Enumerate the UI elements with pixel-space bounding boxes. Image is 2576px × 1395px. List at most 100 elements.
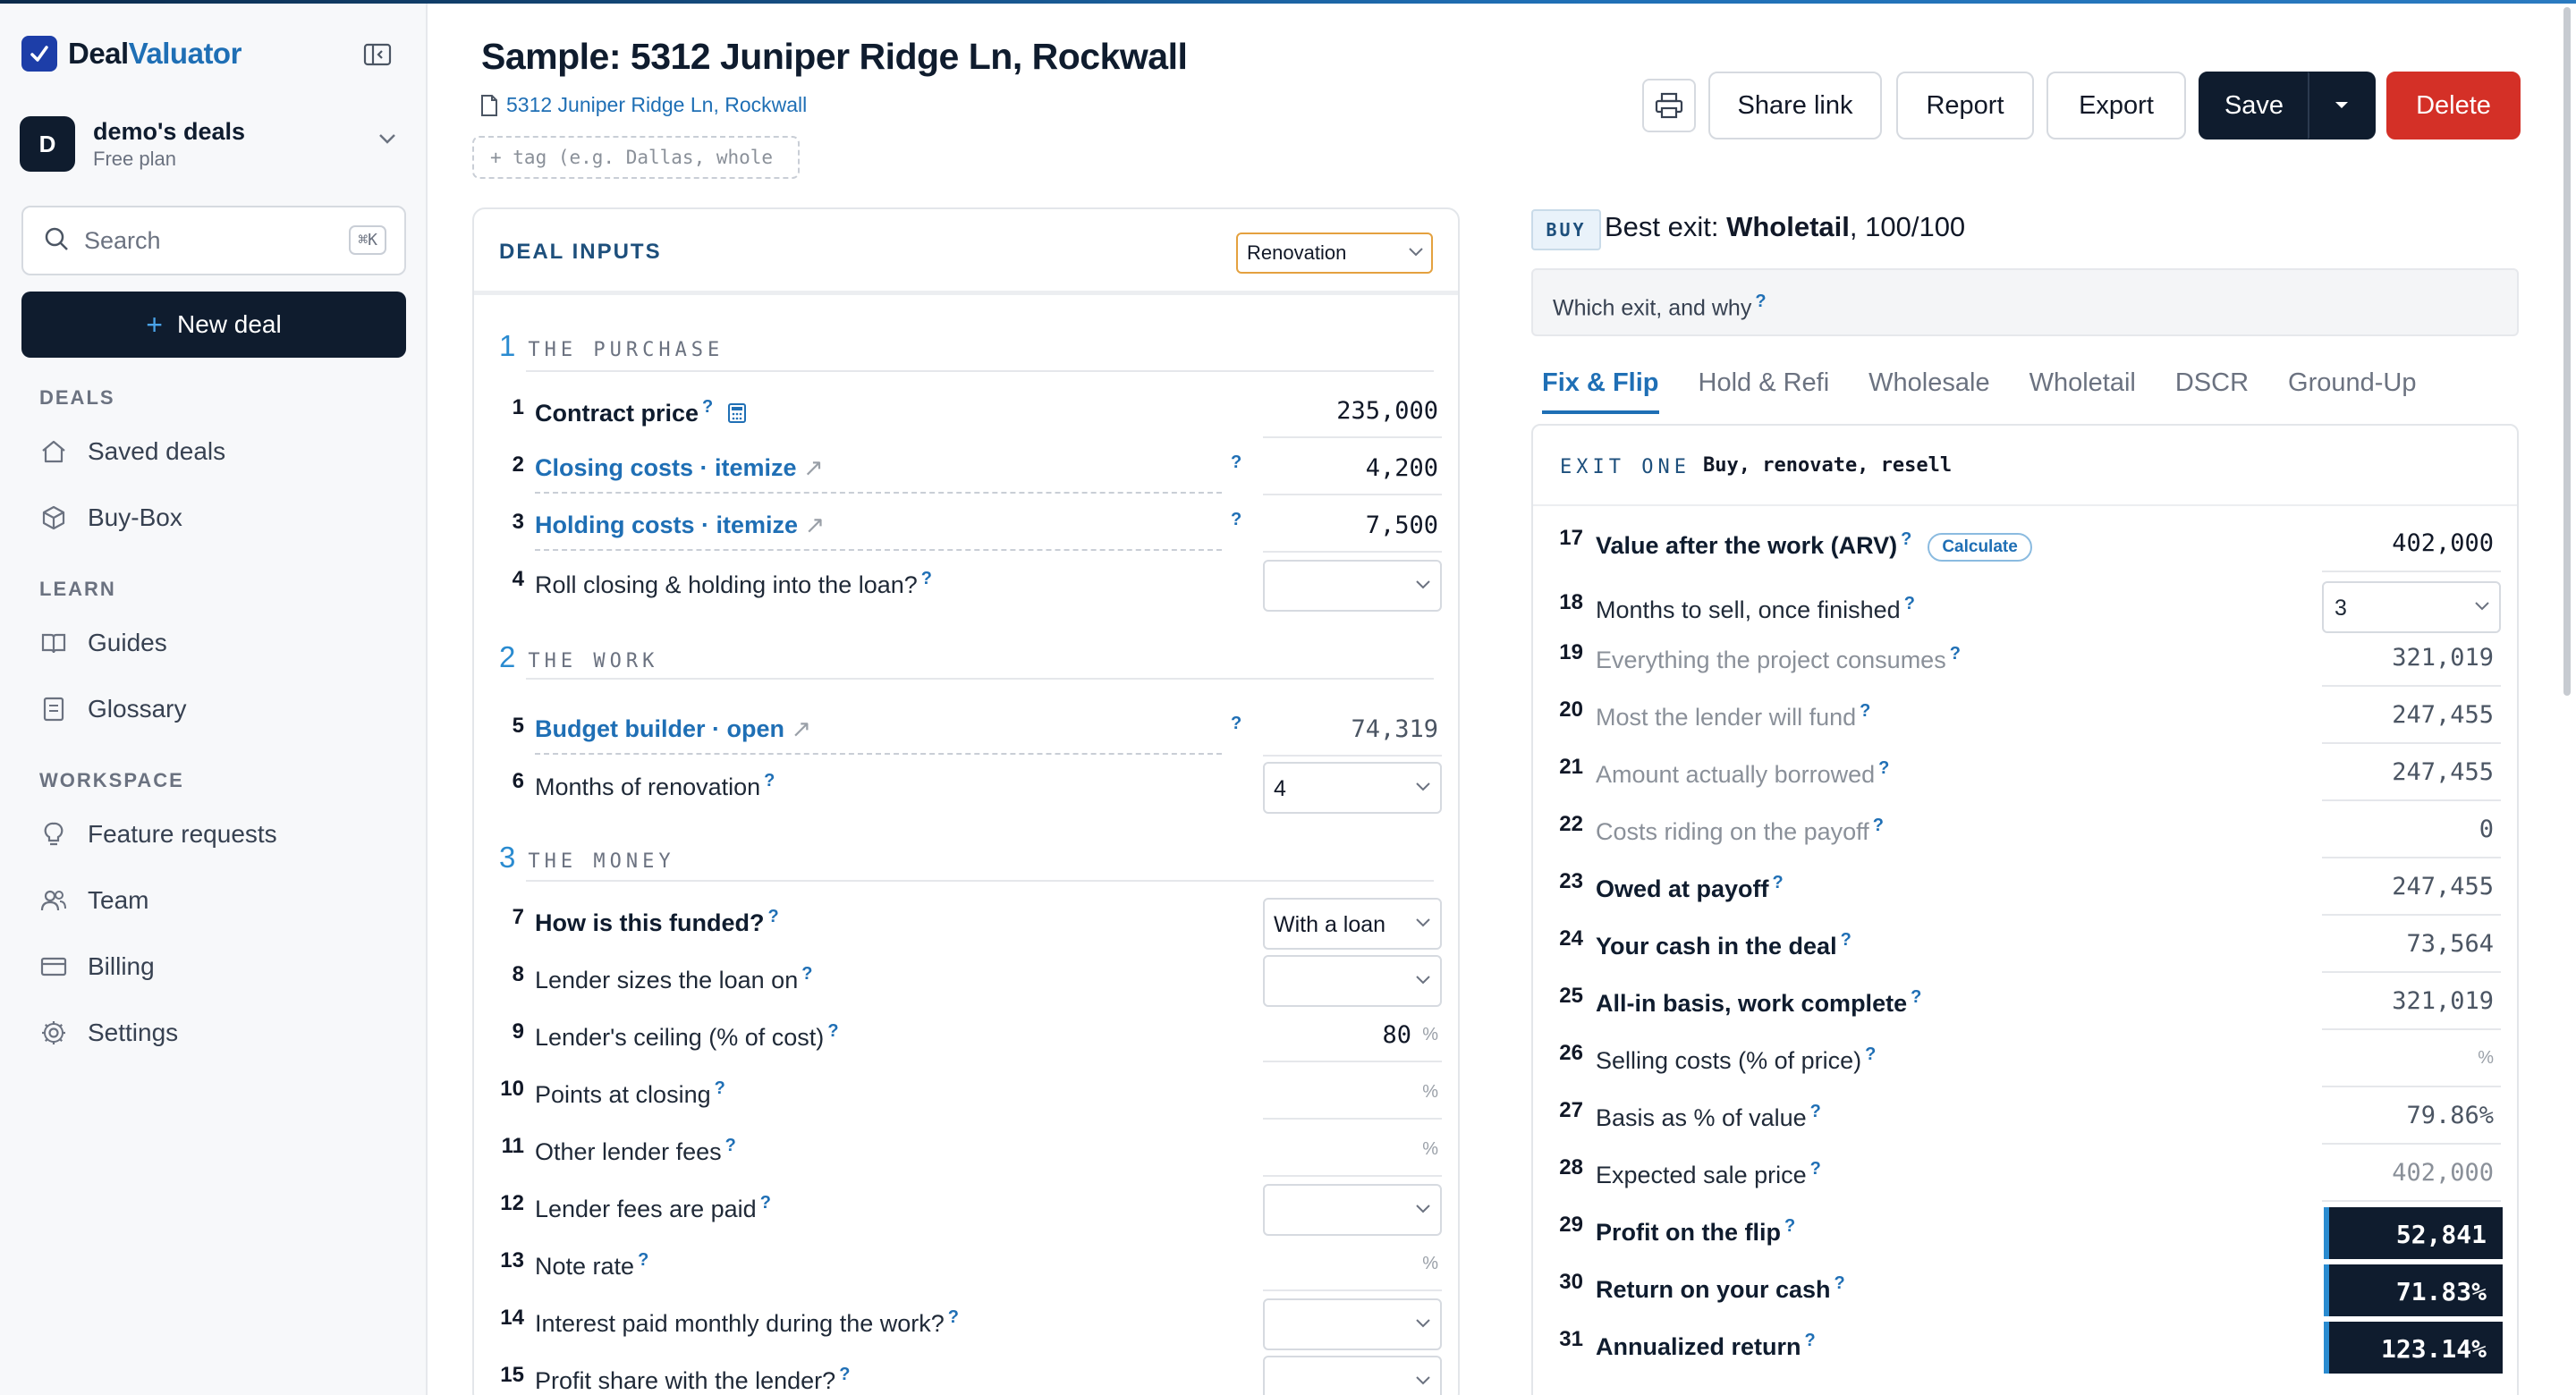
address-link[interactable]: 5312 Juniper Ridge Ln, Rockwall xyxy=(479,93,807,117)
tab-wholesale[interactable]: Wholesale xyxy=(1868,368,1989,414)
row-number: 9 xyxy=(512,1019,524,1044)
help-icon[interactable]: ? xyxy=(827,1021,838,1041)
tab-wholetail[interactable]: Wholetail xyxy=(2029,368,2136,414)
help-icon[interactable]: ? xyxy=(1784,1216,1795,1236)
nav-guides[interactable]: Guides xyxy=(39,621,167,665)
tab-hold-refi[interactable]: Hold & Refi xyxy=(1699,368,1830,414)
search-placeholder: Search xyxy=(84,226,161,254)
calculate-button[interactable]: Calculate xyxy=(1928,532,2032,562)
fees-paid-select[interactable] xyxy=(1263,1184,1442,1236)
search-input[interactable]: Search ⌘K xyxy=(21,206,406,275)
help-icon[interactable]: ? xyxy=(1878,758,1889,778)
help-icon[interactable]: ? xyxy=(764,771,775,790)
profit-share-select[interactable] xyxy=(1263,1356,1442,1395)
report-button[interactable]: Report xyxy=(1896,72,2034,140)
contract-price-input[interactable]: 235,000 xyxy=(1336,397,1438,425)
row-number: 13 xyxy=(500,1248,524,1272)
row-label: Basis as % of value? xyxy=(1596,1102,1821,1131)
print-button[interactable] xyxy=(1642,79,1696,132)
help-icon[interactable]: ? xyxy=(1810,1102,1821,1121)
help-icon[interactable]: ? xyxy=(1911,987,1921,1007)
sale-price-value: 402,000 xyxy=(2392,1159,2494,1187)
help-icon[interactable]: ? xyxy=(1860,701,1870,721)
page-title: Sample: 5312 Juniper Ridge Ln, Rockwall xyxy=(481,36,1188,77)
nav-billing[interactable]: Billing xyxy=(39,944,155,989)
row-number: 29 xyxy=(1559,1213,1583,1237)
help-icon[interactable]: ? xyxy=(948,1307,959,1327)
budget-builder-link[interactable]: Budget builder · open ↗ xyxy=(535,715,811,743)
help-icon[interactable]: ? xyxy=(1773,873,1784,892)
row-number: 22 xyxy=(1559,812,1583,836)
funding-select[interactable]: With a loan xyxy=(1263,898,1442,950)
help-icon[interactable]: ? xyxy=(1904,594,1915,613)
exit-row-profit: 29 Profit on the flip? 52,841 xyxy=(1533,1205,2517,1263)
arv-input[interactable]: 402,000 xyxy=(2392,529,2494,557)
nav-saved-deals[interactable]: Saved deals xyxy=(39,429,225,474)
row-number: 15 xyxy=(500,1363,524,1387)
closing-costs-itemize-link[interactable]: Closing costs · itemize ↗ xyxy=(535,454,824,482)
help-icon[interactable]: ? xyxy=(1231,714,1241,734)
help-icon[interactable]: ? xyxy=(801,964,812,984)
closing-costs-input[interactable]: 4,200 xyxy=(1366,454,1438,482)
row-number: 20 xyxy=(1559,698,1583,722)
input-row-lender-ceiling: 9 Lender's ceiling (% of cost)? 80 % xyxy=(474,1012,1458,1066)
help-icon[interactable]: ? xyxy=(1901,529,1911,549)
save-options-button[interactable] xyxy=(2308,72,2376,140)
nav-glossary[interactable]: Glossary xyxy=(39,687,186,731)
help-icon[interactable]: ? xyxy=(638,1250,648,1270)
section-workspace: WORKSPACE xyxy=(39,769,184,791)
save-button[interactable]: Save xyxy=(2199,72,2309,140)
interest-monthly-select[interactable] xyxy=(1263,1298,1442,1350)
help-icon[interactable]: ? xyxy=(921,569,932,588)
deal-type-select[interactable]: Renovation xyxy=(1236,232,1433,274)
help-icon[interactable]: ? xyxy=(1835,1273,1845,1293)
sidebar-collapse-icon[interactable] xyxy=(363,43,392,66)
export-button[interactable]: Export xyxy=(2046,72,2186,140)
months-sell-select[interactable]: 3 xyxy=(2322,581,2501,633)
nav-settings[interactable]: Settings xyxy=(39,1010,178,1055)
nav-feature-requests[interactable]: Feature requests xyxy=(39,812,277,857)
holding-costs-input[interactable]: 7,500 xyxy=(1366,512,1438,539)
delete-button[interactable]: Delete xyxy=(2386,72,2521,140)
tag-input[interactable]: + tag (e.g. Dallas, whole xyxy=(472,136,800,179)
new-deal-button[interactable]: + New deal xyxy=(21,292,406,358)
help-icon[interactable]: ? xyxy=(1810,1159,1821,1179)
help-icon[interactable]: ? xyxy=(1950,644,1961,664)
nav-buy-box[interactable]: Buy-Box xyxy=(39,495,182,540)
workspace-switcher[interactable]: D demo's deals Free plan xyxy=(20,113,406,175)
which-exit-explainer[interactable]: Which exit, and why? xyxy=(1531,268,2519,336)
help-icon[interactable]: ? xyxy=(760,1193,771,1213)
app-logo[interactable]: DealValuator xyxy=(21,36,242,72)
holding-costs-itemize-link[interactable]: Holding costs · itemize ↗ xyxy=(535,512,825,539)
lender-ceiling-input[interactable]: 80 xyxy=(1382,1021,1411,1049)
help-icon[interactable]: ? xyxy=(702,397,713,417)
help-icon[interactable]: ? xyxy=(1231,510,1241,530)
help-icon[interactable]: ? xyxy=(1231,452,1241,473)
sidebar: DealValuator D demo's deals Free plan Se… xyxy=(0,4,428,1395)
help-icon[interactable]: ? xyxy=(1873,816,1884,835)
roll-closing-select[interactable] xyxy=(1263,560,1442,612)
nav-team[interactable]: Team xyxy=(39,878,148,923)
exit-row-borrowed: 21 Amount actually borrowed? 247,455 xyxy=(1533,748,2517,805)
lender-sizes-select[interactable] xyxy=(1263,955,1442,1007)
help-icon[interactable]: ? xyxy=(715,1078,725,1098)
tab-fix-flip[interactable]: Fix & Flip xyxy=(1542,368,1659,414)
help-icon[interactable]: ? xyxy=(1841,930,1852,950)
help-icon[interactable]: ? xyxy=(725,1136,736,1155)
help-icon[interactable]: ? xyxy=(1805,1331,1816,1350)
calculator-icon[interactable] xyxy=(727,402,747,424)
row-number: 2 xyxy=(512,452,524,477)
help-icon[interactable]: ? xyxy=(768,907,779,926)
share-link-button[interactable]: Share link xyxy=(1708,72,1882,140)
input-underline xyxy=(1263,494,1442,495)
help-icon[interactable]: ? xyxy=(1865,1044,1876,1064)
section-name: THE MONEY xyxy=(528,850,675,873)
months-renovation-select[interactable]: 4 xyxy=(1263,762,1442,814)
help-icon[interactable]: ? xyxy=(1755,292,1766,311)
dashed-divider xyxy=(535,492,1222,494)
help-icon[interactable]: ? xyxy=(839,1365,850,1384)
page-scrollbar[interactable] xyxy=(2563,7,2571,696)
tab-ground-up[interactable]: Ground-Up xyxy=(2288,368,2416,414)
tab-dscr[interactable]: DSCR xyxy=(2175,368,2249,414)
percent-suffix: % xyxy=(1422,1025,1438,1044)
